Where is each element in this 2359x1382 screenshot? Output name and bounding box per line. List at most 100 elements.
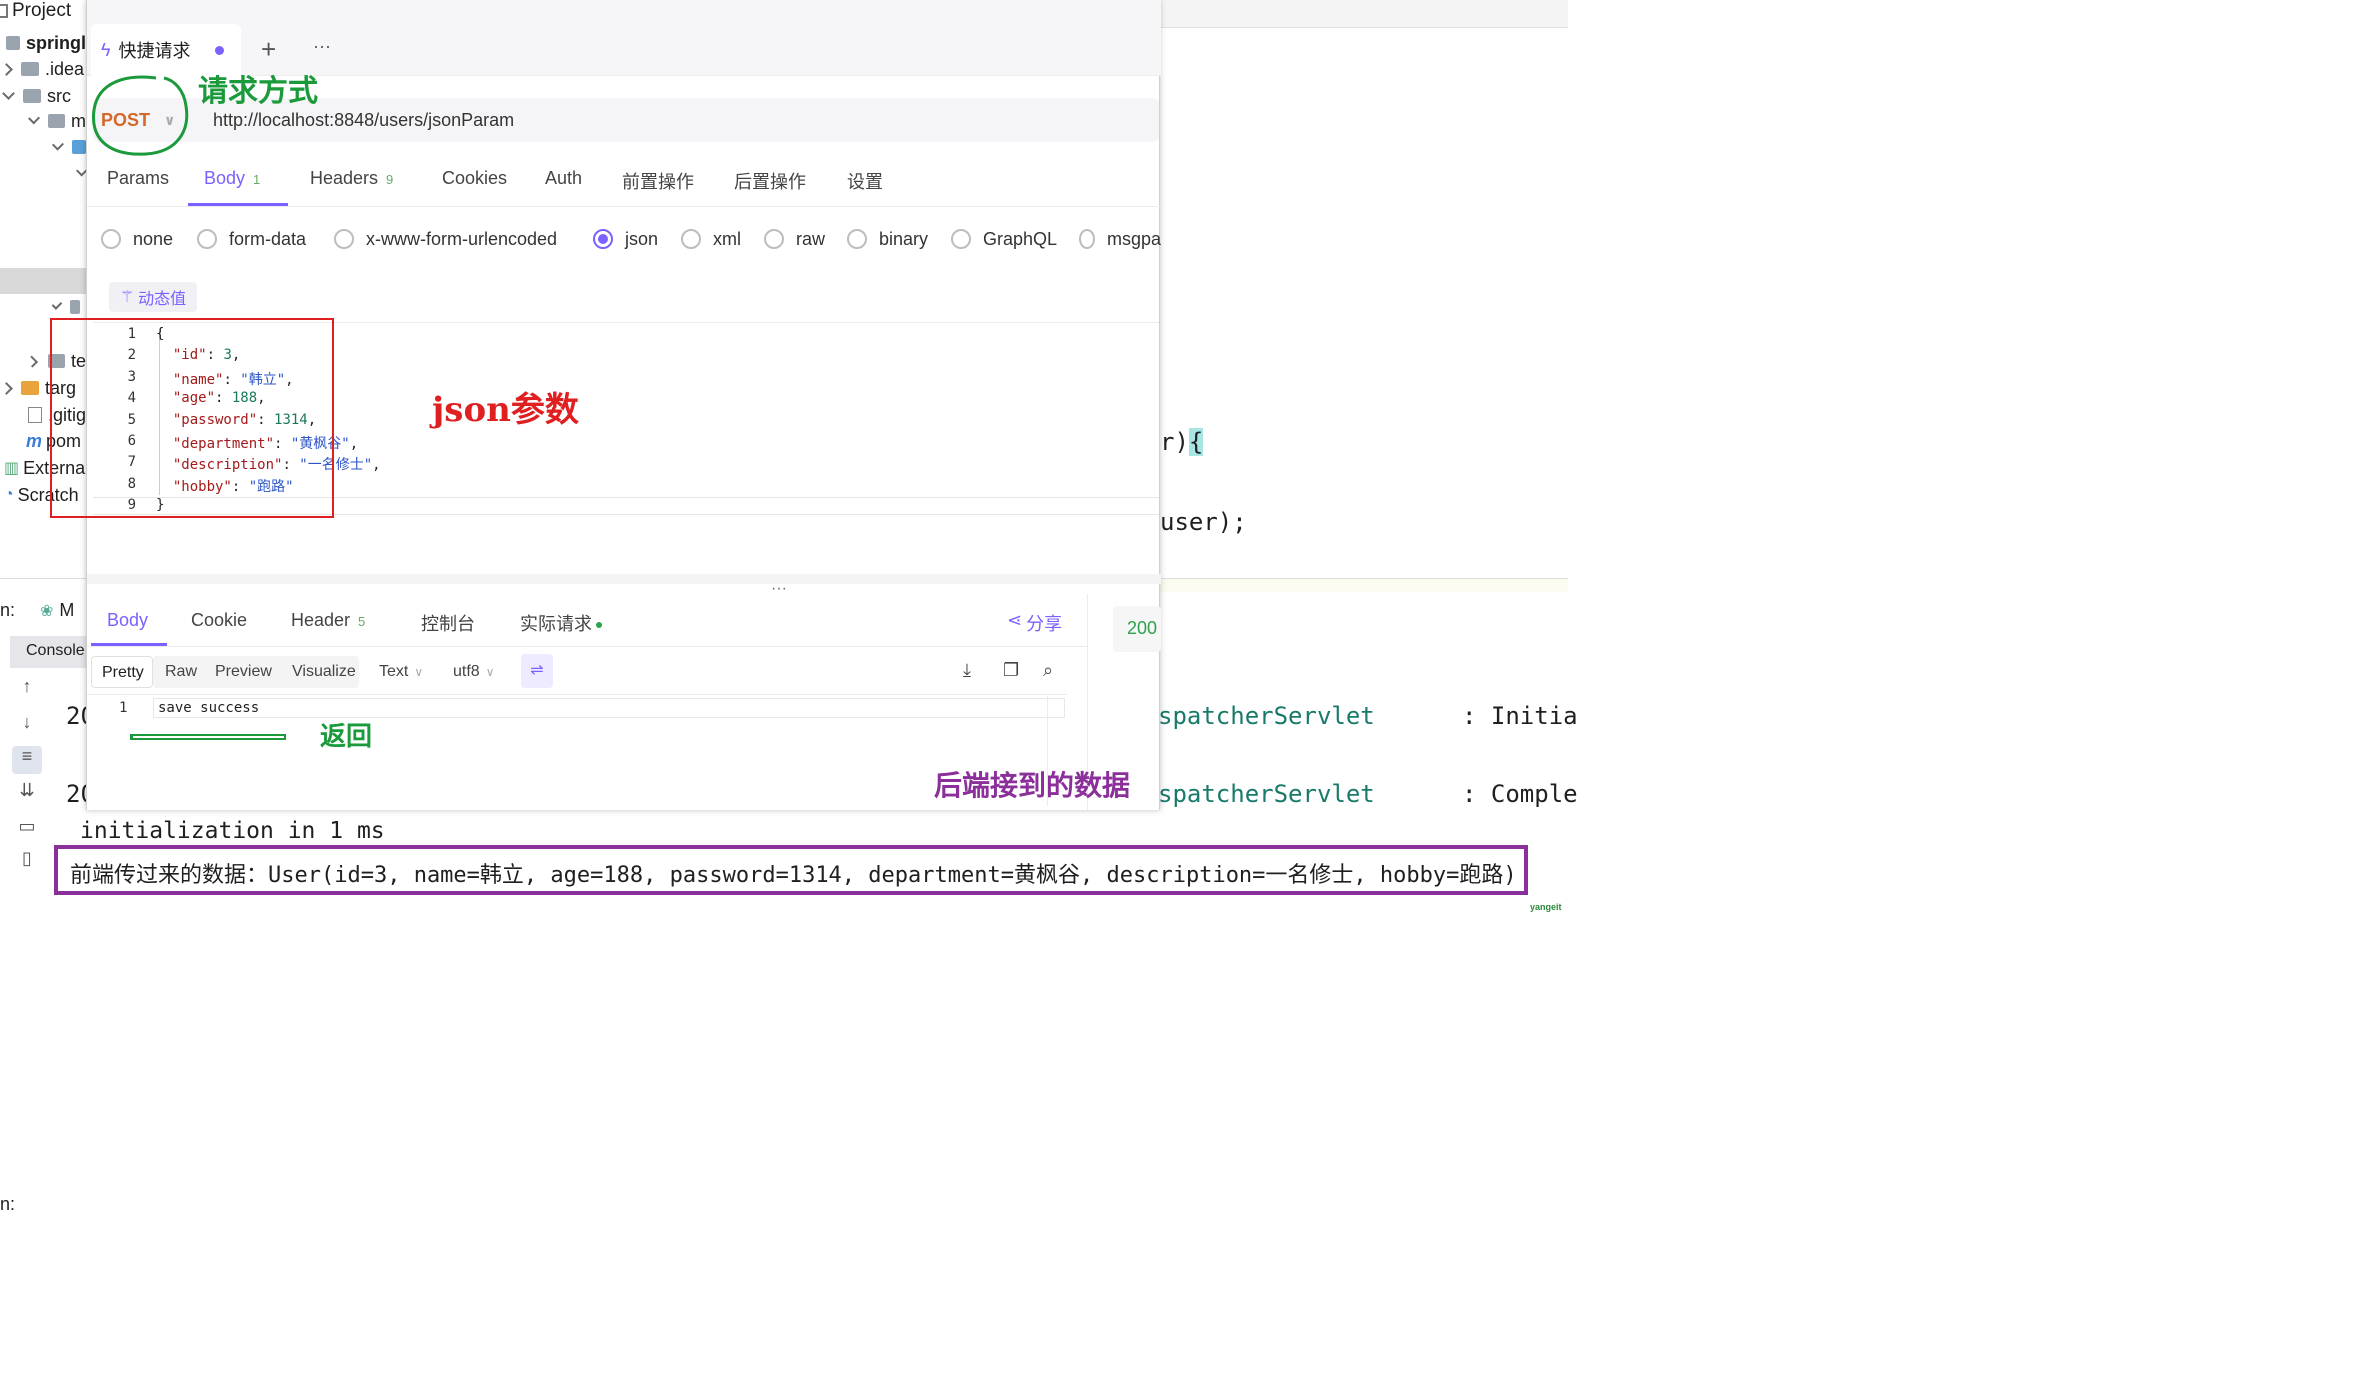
backend-output-highlight: 前端传过来的数据：User(id=3, name=韩立, age=188, pa… — [54, 845, 1528, 895]
radio-label: xml — [713, 228, 741, 249]
folder-icon — [71, 140, 86, 154]
console-tab[interactable]: Console — [10, 636, 86, 668]
chevron-down-icon — [75, 163, 86, 177]
radio-label: json — [625, 228, 659, 249]
folder-icon — [21, 381, 39, 395]
tree-item-sub[interactable] — [0, 134, 86, 160]
resp-tab-console[interactable]: 控制台 — [421, 610, 475, 636]
encoding-select[interactable]: utf8 ∨ — [453, 663, 494, 681]
tree-item-src[interactable]: src — [0, 83, 86, 109]
pane-gap — [87, 574, 1161, 584]
chevron-down-icon: ∨ — [485, 665, 495, 679]
project-header[interactable]: Project — [0, 0, 86, 24]
resp-tab-cookie[interactable]: Cookie — [191, 610, 247, 631]
splitter-handle[interactable]: ··· — [771, 580, 787, 598]
divider — [87, 694, 1067, 695]
radio-icon — [681, 229, 701, 249]
tab-cookies[interactable]: Cookies — [442, 168, 507, 206]
tree-item-label: m — [71, 110, 86, 131]
add-tab-button[interactable]: + — [261, 34, 276, 65]
radio-label: form-data — [229, 228, 307, 249]
tab-label: Body — [204, 168, 246, 188]
tree-item-root[interactable]: springl — [0, 30, 86, 56]
tab-label: Header — [291, 610, 351, 630]
tree-selection-bar — [0, 268, 86, 294]
status-dot — [596, 622, 602, 629]
format-raw[interactable]: Raw — [165, 663, 197, 681]
format-pretty[interactable]: Pretty — [91, 656, 153, 688]
return-annotation: 返回 — [320, 722, 373, 752]
tab-auth[interactable]: Auth — [545, 168, 582, 206]
radio-json[interactable]: json — [593, 226, 658, 252]
tree-item-sub2[interactable] — [0, 160, 86, 186]
console-line: initialization in 1 ms — [80, 818, 385, 844]
return-underline — [130, 734, 286, 740]
radio-urlencoded[interactable]: x-www-form-urlencoded — [334, 226, 557, 252]
folder-icon — [48, 114, 65, 128]
more-button[interactable]: ··· — [313, 36, 331, 57]
radio-xml[interactable]: xml — [681, 226, 741, 252]
json-params-highlight — [50, 318, 334, 518]
scroll-end-icon[interactable]: ⇊ — [12, 780, 42, 808]
share-label: 分享 — [1026, 614, 1063, 634]
share-button[interactable]: ⋖ 分享 — [1007, 610, 1062, 636]
radio-msgpack[interactable]: msgpa — [1079, 226, 1161, 252]
search-icon[interactable]: ⌕ — [1043, 660, 1053, 681]
tab-label: Params — [107, 168, 170, 188]
resp-tab-actual-request[interactable]: 实际请求 — [520, 610, 602, 636]
radio-icon — [1079, 229, 1095, 249]
spring-icon: ❀ — [40, 602, 54, 620]
format-preview[interactable]: Preview — [215, 663, 272, 681]
console-source: spatcherServlet — [1158, 702, 1375, 730]
trash-icon[interactable]: ▯ — [12, 848, 42, 876]
run-tab[interactable]: ❀ M — [40, 600, 74, 621]
arrow-up-icon[interactable]: ↑ — [12, 676, 42, 704]
tree-item-idea[interactable]: .idea — [0, 56, 86, 82]
radio-binary[interactable]: binary — [847, 226, 928, 252]
folder-icon — [23, 89, 41, 103]
console-source: spatcherServlet — [1158, 780, 1375, 808]
chevron-down-icon — [51, 138, 64, 150]
copy-icon[interactable]: ❐ — [1003, 660, 1019, 681]
tab-label: 设置 — [847, 172, 883, 192]
tab-label: 后置操作 — [734, 172, 806, 192]
current-line-highlight — [153, 698, 1065, 718]
tab-label: 实际请求 — [520, 614, 592, 634]
radio-form-data[interactable]: form-data — [197, 226, 306, 252]
tab-post-ops[interactable]: 后置操作 — [734, 168, 806, 206]
chevron-down-icon: ∨ — [414, 665, 424, 679]
tab-params[interactable]: Params — [107, 168, 169, 206]
radio-raw[interactable]: raw — [764, 226, 825, 252]
dynamic-value-label: 动态值 — [138, 291, 187, 308]
tab-body[interactable]: Body 1 — [188, 168, 288, 206]
radio-none[interactable]: none — [101, 226, 173, 252]
arrow-down-icon[interactable]: ↓ — [12, 712, 42, 740]
magic-wand-icon: ⚚ — [119, 289, 135, 306]
radio-graphql[interactable]: GraphQL — [951, 226, 1057, 252]
share-icon: ⋖ — [1007, 610, 1023, 630]
format-visualize[interactable]: Visualize — [292, 663, 356, 681]
download-icon[interactable]: ⤓ — [963, 660, 971, 681]
radio-icon — [197, 229, 217, 249]
radio-label: GraphQL — [983, 228, 1058, 249]
dynamic-value-button[interactable]: ⚚ 动态值 — [109, 282, 197, 312]
tab-settings[interactable]: 设置 — [847, 168, 883, 206]
tab-pre-ops[interactable]: 前置操作 — [622, 168, 694, 206]
lightning-icon: ϟ — [101, 39, 111, 60]
tree-item-label: springl — [25, 32, 86, 53]
radio-label: binary — [879, 228, 929, 249]
text-select[interactable]: Text ∨ — [379, 663, 423, 681]
wrap-toggle-icon[interactable]: ⇌ — [521, 654, 553, 688]
panel-icon — [0, 4, 8, 18]
tree-item-test[interactable] — [0, 294, 86, 320]
print-icon[interactable]: ▭ — [12, 816, 42, 844]
request-tabbar: ϟ 快捷请求 + ··· — [87, 0, 1161, 76]
run-label: n: — [0, 600, 16, 620]
soft-wrap-icon[interactable]: ≡ — [12, 746, 42, 774]
resp-tab-header[interactable]: Header 5 — [291, 610, 365, 631]
resp-tab-body[interactable]: Body — [91, 600, 167, 646]
method-circle-annotation — [92, 75, 189, 156]
tree-item-main[interactable]: m — [0, 108, 86, 134]
tab-headers[interactable]: Headers 9 — [310, 168, 393, 206]
console-message: : Initia — [1462, 702, 1578, 730]
